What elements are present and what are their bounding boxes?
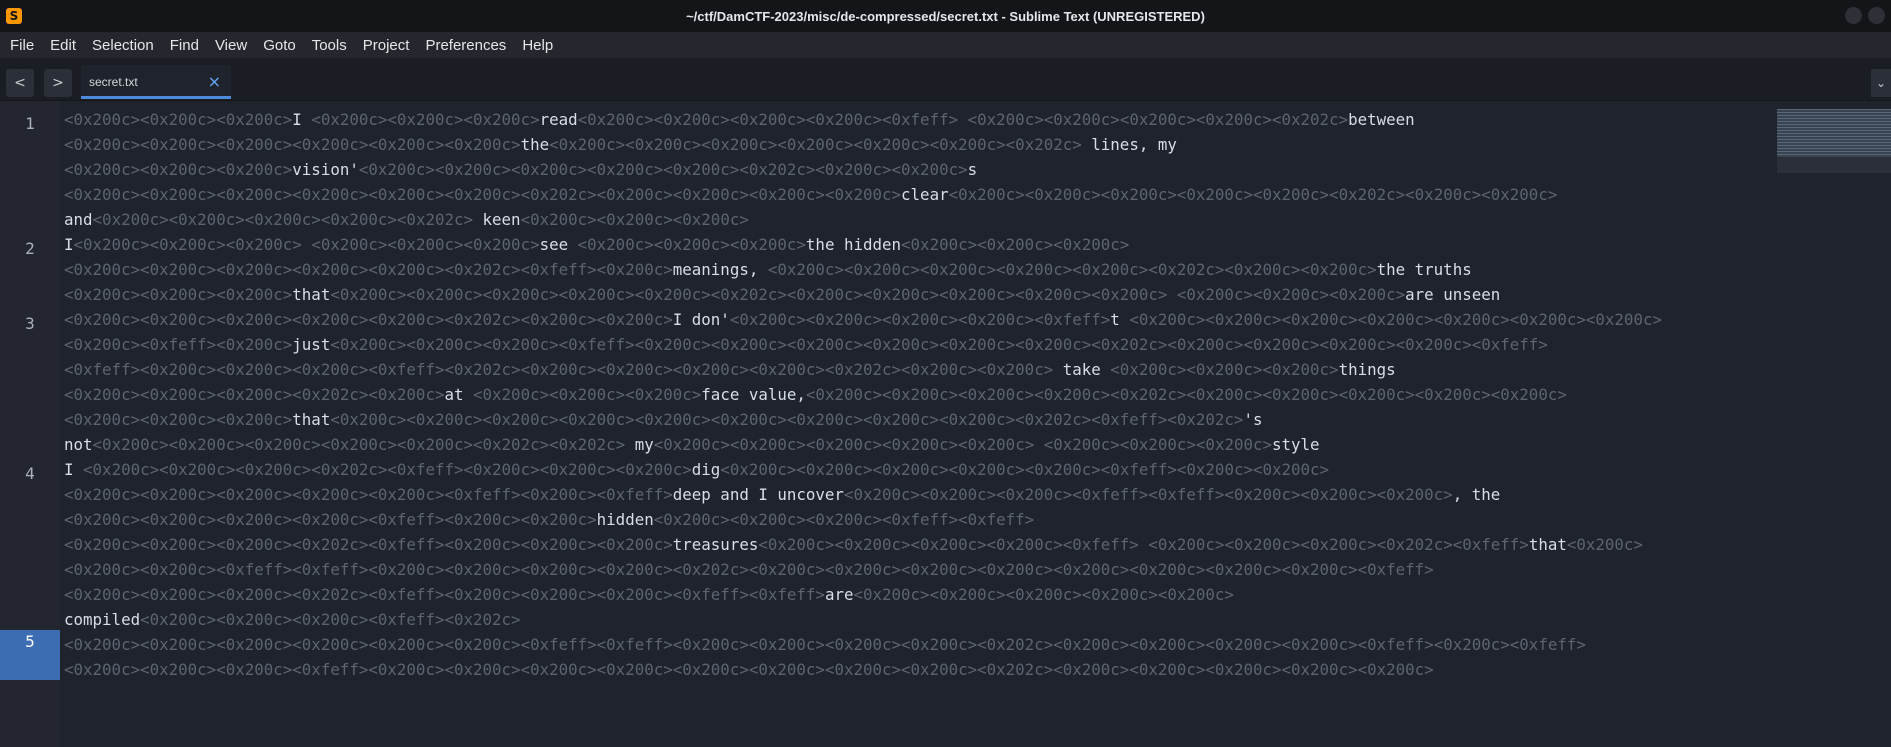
text-line: compiled<0x200c><0x200c><0x200c><0xfeff>…	[64, 610, 521, 629]
text-line: <0x200c><0x200c><0x200c><0x200c><0x200c>…	[64, 135, 1177, 154]
text-line: <0x200c><0x200c><0x200c><0x200c><0x200c>…	[64, 485, 1501, 504]
text-line: <0x200c><0x200c><0x200c><0x202c><0xfeff>…	[64, 585, 1234, 604]
text-line: <0x200c><0xfeff><0x200c>just<0x200c><0x2…	[64, 335, 1548, 354]
active-tab-indicator	[81, 96, 231, 99]
close-window-button[interactable]	[1868, 7, 1885, 24]
text-line: <0x200c><0x200c><0x200c><0x202c><0xfeff>…	[64, 535, 1643, 554]
window-title: ~/ctf/DamCTF-2023/misc/de-compressed/sec…	[686, 8, 1205, 24]
text-line: <0x200c><0x200c><0x200c>that<0x200c><0x2…	[64, 285, 1501, 304]
title-bar: S ~/ctf/DamCTF-2023/misc/de-compressed/s…	[0, 0, 1891, 32]
sublime-logo-icon: S	[6, 8, 22, 24]
menu-file[interactable]: File	[2, 37, 42, 54]
text-line: <0x200c><0x200c><0x200c>that<0x200c><0x2…	[64, 410, 1263, 429]
text-line: <0x200c><0x200c><0x200c><0x200c><0x200c>…	[64, 635, 1586, 654]
menu-help[interactable]: Help	[514, 37, 561, 54]
tab-secret-txt[interactable]: secret.txt ×	[81, 65, 231, 99]
menu-selection[interactable]: Selection	[84, 37, 162, 54]
menu-goto[interactable]: Goto	[255, 37, 304, 54]
text-line: <0x200c><0x200c><0x200c>I <0x200c><0x200…	[64, 110, 1415, 129]
minimap[interactable]	[1777, 109, 1891, 173]
line-number: 4	[25, 464, 35, 483]
text-line: <0x200c><0x200c><0x200c><0x200c><0xfeff>…	[64, 510, 1035, 529]
menu-bar: File Edit Selection Find View Goto Tools…	[0, 32, 1891, 58]
text-content[interactable]: <0x200c><0x200c><0x200c>I <0x200c><0x200…	[64, 110, 1771, 685]
tab-bar: < > secret.txt × ⌄	[0, 58, 1891, 101]
line-number-active: 5	[0, 630, 60, 680]
text-line: and<0x200c><0x200c><0x200c><0x200c><0x20…	[64, 210, 749, 229]
line-number: 3	[25, 314, 35, 333]
menu-project[interactable]: Project	[355, 37, 418, 54]
text-line: <0xfeff><0x200c><0x200c><0x200c><0xfeff>…	[64, 360, 1396, 379]
text-line: <0x200c><0x200c><0x200c><0xfeff><0x200c>…	[64, 660, 1434, 679]
text-line: <0x200c><0x200c><0xfeff><0xfeff><0x200c>…	[64, 560, 1434, 579]
text-line: <0x200c><0x200c><0x200c><0x200c><0x200c>…	[64, 310, 1662, 329]
text-line: I<0x200c><0x200c><0x200c> <0x200c><0x200…	[64, 235, 1130, 254]
menu-find[interactable]: Find	[162, 37, 207, 54]
text-line: not<0x200c><0x200c><0x200c><0x200c><0x20…	[64, 435, 1320, 454]
minimap-viewport[interactable]	[1777, 109, 1891, 157]
close-icon[interactable]: ×	[208, 72, 221, 91]
editor-pane[interactable]: 1 2 3 4 5 <0x200c><0x200c><0x200c>I <0x2…	[0, 101, 1891, 747]
text-line: <0x200c><0x200c><0x200c><0x200c><0x200c>…	[64, 185, 1558, 204]
line-gutter: 1 2 3 4 5	[0, 101, 60, 747]
back-arrow-icon[interactable]: <	[6, 69, 34, 97]
text-line: I <0x200c><0x200c><0x200c><0x202c><0xfef…	[64, 460, 1330, 479]
text-line: <0x200c><0x200c><0x200c><0x200c><0x200c>…	[64, 260, 1472, 279]
menu-view[interactable]: View	[207, 37, 255, 54]
line-number: 1	[25, 114, 35, 133]
line-number: 2	[25, 239, 35, 258]
window-controls	[1845, 7, 1885, 24]
text-line: <0x200c><0x200c><0x200c>vision'<0x200c><…	[64, 160, 978, 179]
menu-edit[interactable]: Edit	[42, 37, 84, 54]
menu-tools[interactable]: Tools	[304, 37, 355, 54]
tab-label: secret.txt	[89, 75, 138, 89]
text-line: <0x200c><0x200c><0x200c><0x202c><0x200c>…	[64, 385, 1567, 404]
chevron-down-icon[interactable]: ⌄	[1871, 69, 1891, 97]
forward-arrow-icon[interactable]: >	[44, 69, 72, 97]
menu-preferences[interactable]: Preferences	[417, 37, 514, 54]
minimize-button[interactable]	[1845, 7, 1862, 24]
